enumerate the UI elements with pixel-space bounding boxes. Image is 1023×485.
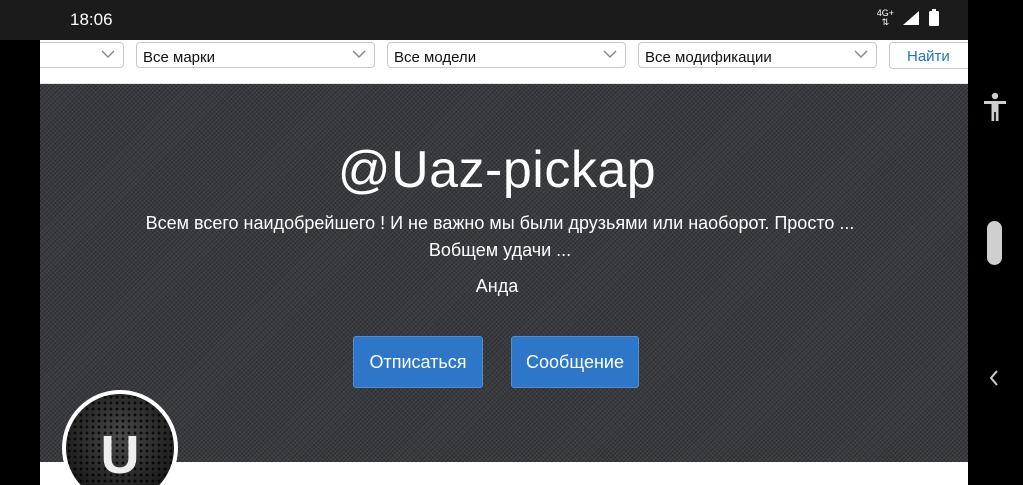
find-button[interactable]: Найти: [889, 42, 968, 69]
message-button[interactable]: Сообщение: [511, 336, 639, 388]
model-select-value: Все модели: [394, 49, 477, 66]
profile-description-line: Всем всего наидобрейшего ! И не важно мы…: [145, 213, 855, 233]
avatar[interactable]: U: [62, 390, 178, 485]
status-icons: 4G+ ⇅: [877, 9, 940, 27]
profile-username: @Uaz-pickap: [337, 141, 657, 199]
avatar-image: U: [66, 394, 174, 485]
chevron-down-icon: [352, 50, 366, 59]
page: Все марки Все модели Все модификации Най…: [40, 40, 968, 485]
network-indicator: 4G+ ⇅: [877, 9, 894, 27]
status-bar: 18:06 4G+ ⇅: [0, 0, 968, 40]
unsubscribe-button[interactable]: Отписаться: [353, 336, 483, 388]
brand-select[interactable]: Все марки: [136, 42, 375, 68]
status-time: 18:06: [70, 10, 113, 29]
scrollbar-handle[interactable]: [987, 221, 1002, 265]
region-select[interactable]: [40, 42, 124, 68]
profile-description-line: Вобщем удачи ...: [428, 240, 572, 260]
profile-name: Анда: [475, 276, 519, 296]
signal-icon: [903, 11, 919, 25]
chevron-down-icon: [101, 50, 115, 59]
battery-icon: [929, 9, 939, 26]
model-select[interactable]: Все модели: [387, 42, 626, 68]
accessibility-icon[interactable]: [982, 92, 1008, 122]
modification-select-value: Все модификации: [645, 49, 772, 66]
brand-select-value: Все марки: [143, 49, 215, 66]
modification-select[interactable]: Все модификации: [638, 42, 877, 68]
profile-banner: @Uaz-pickap Всем всего наидобрейшего ! И…: [40, 84, 968, 462]
chevron-down-icon: [603, 50, 617, 59]
chevron-down-icon: [854, 50, 868, 59]
filter-bar: Все марки Все модели Все модификации Най…: [40, 40, 968, 84]
profile-description: Всем всего наидобрейшего ! И не важно мы…: [100, 210, 900, 264]
avatar-letter: U: [100, 425, 140, 485]
network-arrows-icon: ⇅: [881, 17, 890, 27]
chevron-left-icon[interactable]: [988, 369, 1000, 387]
